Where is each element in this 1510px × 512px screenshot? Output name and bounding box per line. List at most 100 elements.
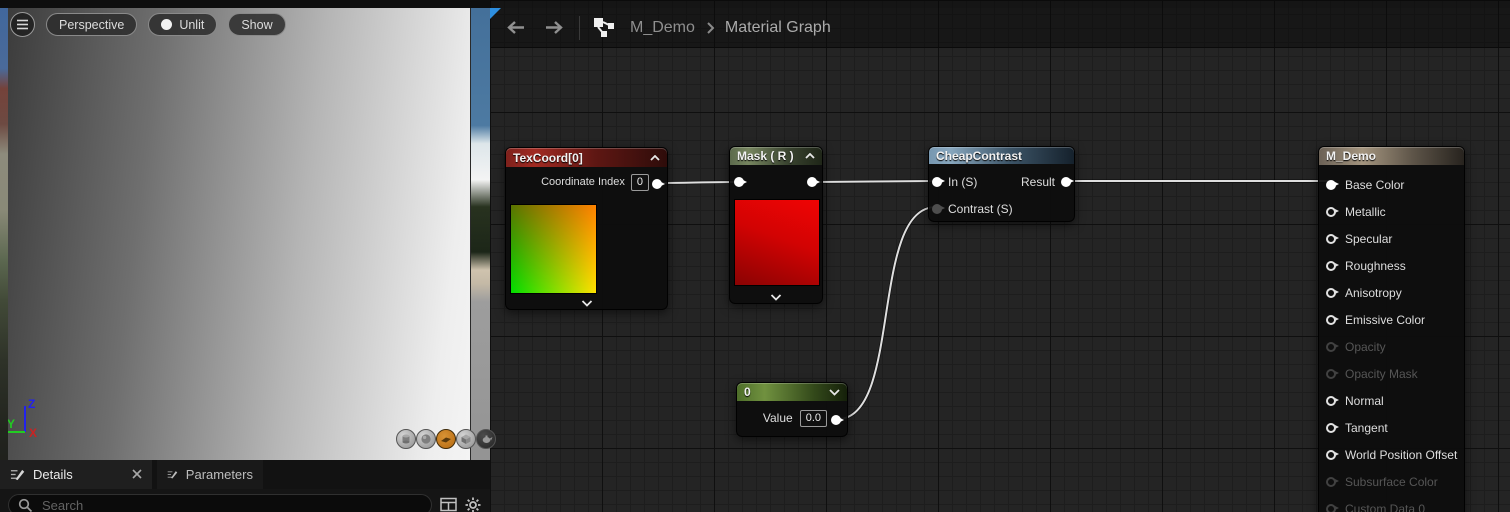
preview-shape-sphere-button[interactable] bbox=[416, 429, 436, 449]
show-menu-button[interactable]: Show bbox=[228, 13, 286, 36]
tab-details[interactable]: Details bbox=[0, 460, 152, 489]
material-pin-row: World Position Offset bbox=[1319, 441, 1464, 468]
tab-close-button[interactable] bbox=[132, 466, 142, 484]
result-output-pin[interactable] bbox=[1061, 176, 1074, 187]
cheapcontrast-node-header[interactable]: CheapContrast bbox=[929, 147, 1074, 164]
material-output-pins: Base Color Metallic Specular Roughness Aniso… bbox=[1319, 165, 1464, 512]
search-input[interactable] bbox=[40, 496, 422, 512]
tab-parameters-label: Parameters bbox=[185, 467, 253, 482]
pin-world-position-offset[interactable] bbox=[1326, 449, 1339, 460]
pin-label: Specular bbox=[1345, 231, 1393, 246]
cheapcontrast-node-title: CheapContrast bbox=[936, 148, 1023, 163]
breadcrumb-asset[interactable]: M_Demo bbox=[630, 19, 695, 37]
mask-node[interactable]: Mask ( R ) bbox=[729, 146, 823, 304]
collapse-button[interactable] bbox=[650, 154, 660, 161]
pin-base-color[interactable] bbox=[1326, 179, 1339, 190]
pin-roughness[interactable] bbox=[1326, 260, 1339, 271]
material-pin-row: Roughness bbox=[1319, 252, 1464, 279]
material-output-node-header[interactable]: M_Demo bbox=[1319, 147, 1464, 165]
cube-icon bbox=[461, 434, 471, 444]
texcoord-output-pin[interactable] bbox=[652, 179, 665, 189]
value-label: Value bbox=[762, 411, 793, 425]
expand-preview-button[interactable] bbox=[581, 300, 592, 307]
collapse-button[interactable] bbox=[805, 153, 815, 159]
search-icon bbox=[18, 498, 33, 512]
gear-icon[interactable] bbox=[465, 497, 481, 512]
background-scene-sliver-left bbox=[0, 8, 8, 512]
material-preview-viewport[interactable]: Perspective Unlit Show Z Y X bbox=[8, 8, 470, 460]
pin-subsurface-color bbox=[1326, 476, 1339, 487]
gizmo-y-label: Y bbox=[8, 417, 15, 431]
material-output-node-title: M_Demo bbox=[1326, 149, 1377, 163]
breadcrumb-chevron-icon bbox=[707, 21, 715, 34]
coordinate-index-value[interactable]: 0 bbox=[630, 173, 649, 191]
pin-tangent[interactable] bbox=[1326, 422, 1339, 433]
in-input-pin[interactable] bbox=[932, 176, 945, 187]
material-pin-row: Opacity Mask bbox=[1319, 360, 1464, 387]
search-box[interactable] bbox=[8, 494, 432, 512]
constant-node[interactable]: 0 Value 0.0 bbox=[736, 382, 848, 437]
forward-arrow-button[interactable] bbox=[544, 20, 564, 35]
value-input[interactable]: 0.0 bbox=[799, 409, 827, 427]
texcoord-node-title: TexCoord[0] bbox=[513, 150, 583, 165]
preview-shape-custom-mesh-button[interactable] bbox=[476, 429, 496, 449]
graph-icon bbox=[594, 18, 614, 37]
pin-anisotropy[interactable] bbox=[1326, 287, 1339, 298]
constant-node-title: 0 bbox=[744, 385, 751, 399]
pin-label: Roughness bbox=[1345, 258, 1406, 273]
contrast-input-pin[interactable] bbox=[932, 203, 945, 214]
wire-constant-to-contrast[interactable] bbox=[838, 206, 937, 420]
close-icon bbox=[132, 468, 142, 479]
constant-node-header[interactable]: 0 bbox=[737, 383, 847, 401]
mask-input-pin[interactable] bbox=[734, 177, 747, 187]
preview-shape-plane-button[interactable] bbox=[436, 429, 456, 449]
plane-icon bbox=[441, 437, 451, 443]
cheapcontrast-node[interactable]: CheapContrast In (S) Result Contrast (S) bbox=[928, 146, 1075, 222]
wire-mask-to-contrast[interactable] bbox=[812, 180, 938, 183]
pin-label: Opacity Mask bbox=[1345, 366, 1418, 381]
texcoord-node-header[interactable]: TexCoord[0] bbox=[506, 148, 667, 167]
material-pin-row: Normal bbox=[1319, 387, 1464, 414]
mask-node-header[interactable]: Mask ( R ) bbox=[730, 147, 822, 165]
constant-output-pin[interactable] bbox=[831, 415, 844, 425]
pin-normal[interactable] bbox=[1326, 395, 1339, 406]
preview-shape-cube-button[interactable] bbox=[456, 429, 476, 449]
material-pin-row: Specular bbox=[1319, 225, 1464, 252]
material-pin-row: Subsurface Color bbox=[1319, 468, 1464, 495]
texcoord-node[interactable]: TexCoord[0] Coordinate Index 0 bbox=[505, 147, 668, 310]
pin-metallic[interactable] bbox=[1326, 206, 1339, 217]
mask-node-title: Mask ( R ) bbox=[737, 149, 794, 163]
perspective-button[interactable]: Perspective bbox=[46, 13, 138, 36]
tab-parameters[interactable]: Parameters bbox=[157, 460, 263, 489]
unlit-view-mode-button[interactable]: Unlit bbox=[148, 13, 218, 36]
pin-label: World Position Offset bbox=[1345, 447, 1458, 462]
show-label: Show bbox=[241, 17, 273, 32]
pin-specular[interactable] bbox=[1326, 233, 1339, 244]
preview-shape-cylinder-button[interactable] bbox=[396, 429, 416, 449]
texcoord-preview-thumbnail bbox=[510, 204, 597, 294]
coordinate-index-row: Coordinate Index 0 bbox=[506, 167, 667, 197]
back-arrow-button[interactable] bbox=[506, 20, 526, 35]
preview-shape-buttons bbox=[396, 429, 496, 449]
collapse-button[interactable] bbox=[829, 388, 840, 396]
material-pin-row: Custom Data 0 bbox=[1319, 495, 1464, 512]
contrast-pin-row: Contrast (S) bbox=[929, 195, 1074, 222]
mask-preview-thumbnail bbox=[734, 199, 820, 286]
wire-texcoord-to-mask[interactable] bbox=[656, 181, 738, 184]
pin-emissive-color[interactable] bbox=[1326, 314, 1339, 325]
material-output-node[interactable]: M_Demo Base Color Metallic Specular Roughne… bbox=[1318, 146, 1465, 512]
expand-preview-button[interactable] bbox=[770, 294, 782, 301]
pin-label: Metallic bbox=[1345, 204, 1386, 219]
viewport-menu-button[interactable] bbox=[10, 12, 35, 37]
column-view-icon[interactable] bbox=[440, 497, 457, 512]
pin-label: Anisotropy bbox=[1345, 285, 1402, 300]
mask-output-pin[interactable] bbox=[807, 177, 820, 187]
axis-gizmo: Z Y X bbox=[8, 397, 37, 440]
material-pin-row: Base Color bbox=[1319, 171, 1464, 198]
material-pin-row: Anisotropy bbox=[1319, 279, 1464, 306]
active-panel-corner-marker bbox=[490, 8, 501, 19]
gizmo-z-label: Z bbox=[28, 397, 35, 411]
material-graph-canvas[interactable]: M_Demo Material Graph TexCoord[0] Coordi… bbox=[490, 0, 1510, 512]
pin-label: Base Color bbox=[1345, 177, 1405, 192]
graph-top-strip bbox=[490, 0, 1510, 8]
